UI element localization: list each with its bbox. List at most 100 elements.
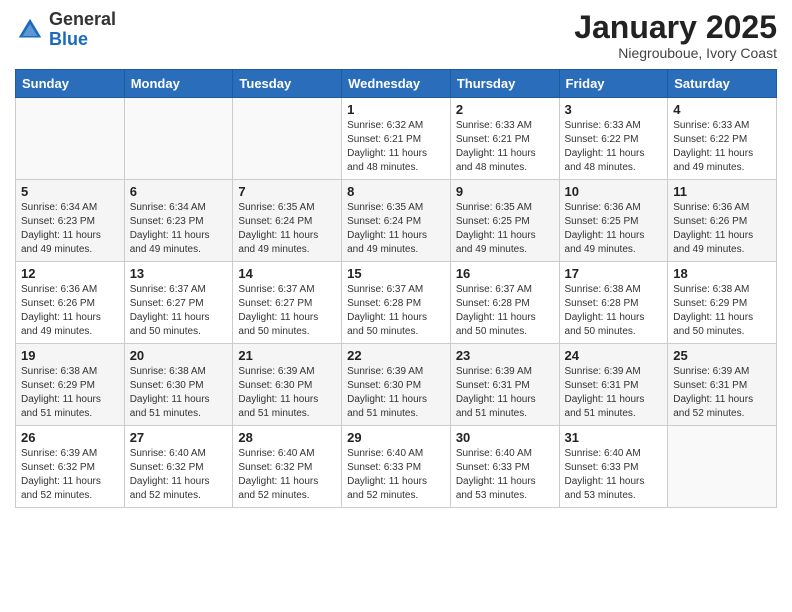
header: General Blue January 2025 Niegrouboue, I… bbox=[15, 10, 777, 61]
calendar-cell: 7 Sunrise: 6:35 AMSunset: 6:24 PMDaylight… bbox=[233, 180, 342, 262]
day-number: 30 bbox=[456, 430, 554, 445]
calendar-cell: 15 Sunrise: 6:37 AMSunset: 6:28 PMDayligh… bbox=[342, 262, 451, 344]
day-info: Sunrise: 6:40 AMSunset: 6:33 PMDaylight:… bbox=[347, 447, 445, 503]
day-info: Sunrise: 6:35 AMSunset: 6:24 PMDaylight:… bbox=[238, 201, 336, 257]
calendar-week-2: 5Sunrise: 6:34 AMSunset: 6:23 PMDaylight… bbox=[16, 180, 777, 262]
calendar-cell: 23 Sunrise: 6:39 AMSunset: 6:31 PMDayligh… bbox=[450, 344, 559, 426]
calendar-cell: 5Sunrise: 6:34 AMSunset: 6:23 PMDaylight… bbox=[16, 180, 125, 262]
day-info: Sunrise: 6:33 AMSunset: 6:22 PMDaylight:… bbox=[565, 119, 663, 175]
day-info: Sunrise: 6:36 AMSunset: 6:26 PMDaylight:… bbox=[21, 283, 119, 339]
calendar-cell: 16Sunrise: 6:37 AMSunset: 6:28 PMDayligh… bbox=[450, 262, 559, 344]
day-number: 28 bbox=[238, 430, 336, 445]
day-info: Sunrise: 6:38 AMSunset: 6:29 PMDaylight:… bbox=[673, 283, 771, 339]
calendar-cell: 6 Sunrise: 6:34 AMSunset: 6:23 PMDaylight… bbox=[124, 180, 233, 262]
day-number: 20 bbox=[130, 348, 228, 363]
calendar-cell: 14Sunrise: 6:37 AMSunset: 6:27 PMDayligh… bbox=[233, 262, 342, 344]
col-wednesday: Wednesday bbox=[342, 70, 451, 98]
day-number: 4 bbox=[673, 102, 771, 117]
day-number: 11 bbox=[673, 184, 771, 199]
calendar-cell: 12 Sunrise: 6:36 AMSunset: 6:26 PMDayligh… bbox=[16, 262, 125, 344]
calendar-cell: 22Sunrise: 6:39 AMSunset: 6:30 PMDayligh… bbox=[342, 344, 451, 426]
logo-blue: Blue bbox=[49, 29, 88, 49]
day-info: Sunrise: 6:36 AMSunset: 6:25 PMDaylight:… bbox=[565, 201, 663, 257]
day-number: 8 bbox=[347, 184, 445, 199]
day-number: 24 bbox=[565, 348, 663, 363]
day-number: 2 bbox=[456, 102, 554, 117]
col-sunday: Sunday bbox=[16, 70, 125, 98]
calendar-cell: 24 Sunrise: 6:39 AMSunset: 6:31 PMDayligh… bbox=[559, 344, 668, 426]
day-info: Sunrise: 6:37 AMSunset: 6:28 PMDaylight:… bbox=[347, 283, 445, 339]
day-number: 6 bbox=[130, 184, 228, 199]
day-number: 18 bbox=[673, 266, 771, 281]
col-monday: Monday bbox=[124, 70, 233, 98]
day-number: 10 bbox=[565, 184, 663, 199]
calendar-cell: 31 Sunrise: 6:40 AMSunset: 6:33 PMDayligh… bbox=[559, 426, 668, 508]
day-number: 19 bbox=[21, 348, 119, 363]
day-info: Sunrise: 6:40 AMSunset: 6:33 PMDaylight:… bbox=[565, 447, 663, 503]
day-number: 9 bbox=[456, 184, 554, 199]
calendar-cell bbox=[668, 426, 777, 508]
calendar-week-1: 1 Sunrise: 6:32 AMSunset: 6:21 PMDaylight… bbox=[16, 98, 777, 180]
day-number: 3 bbox=[565, 102, 663, 117]
calendar-week-5: 26 Sunrise: 6:39 AMSunset: 6:32 PMDayligh… bbox=[16, 426, 777, 508]
day-number: 25 bbox=[673, 348, 771, 363]
calendar-cell bbox=[124, 98, 233, 180]
calendar-cell: 17Sunrise: 6:38 AMSunset: 6:28 PMDayligh… bbox=[559, 262, 668, 344]
day-info: Sunrise: 6:34 AMSunset: 6:23 PMDaylight:… bbox=[21, 201, 119, 257]
day-info: Sunrise: 6:39 AMSunset: 6:30 PMDaylight:… bbox=[238, 365, 336, 421]
day-info: Sunrise: 6:32 AMSunset: 6:21 PMDaylight:… bbox=[347, 119, 445, 175]
day-info: Sunrise: 6:35 AMSunset: 6:25 PMDaylight:… bbox=[456, 201, 554, 257]
day-number: 26 bbox=[21, 430, 119, 445]
title-block: January 2025 Niegrouboue, Ivory Coast bbox=[574, 10, 777, 61]
logo: General Blue bbox=[15, 10, 116, 50]
day-number: 31 bbox=[565, 430, 663, 445]
day-info: Sunrise: 6:39 AMSunset: 6:31 PMDaylight:… bbox=[456, 365, 554, 421]
day-number: 15 bbox=[347, 266, 445, 281]
day-info: Sunrise: 6:37 AMSunset: 6:28 PMDaylight:… bbox=[456, 283, 554, 339]
day-info: Sunrise: 6:39 AMSunset: 6:31 PMDaylight:… bbox=[565, 365, 663, 421]
calendar-cell: 30 Sunrise: 6:40 AMSunset: 6:33 PMDayligh… bbox=[450, 426, 559, 508]
day-number: 7 bbox=[238, 184, 336, 199]
day-number: 1 bbox=[347, 102, 445, 117]
col-saturday: Saturday bbox=[668, 70, 777, 98]
col-thursday: Thursday bbox=[450, 70, 559, 98]
calendar-cell: 19 Sunrise: 6:38 AMSunset: 6:29 PMDayligh… bbox=[16, 344, 125, 426]
day-info: Sunrise: 6:39 AMSunset: 6:31 PMDaylight:… bbox=[673, 365, 771, 421]
day-info: Sunrise: 6:40 AMSunset: 6:33 PMDaylight:… bbox=[456, 447, 554, 503]
day-number: 29 bbox=[347, 430, 445, 445]
day-info: Sunrise: 6:34 AMSunset: 6:23 PMDaylight:… bbox=[130, 201, 228, 257]
day-info: Sunrise: 6:38 AMSunset: 6:29 PMDaylight:… bbox=[21, 365, 119, 421]
day-info: Sunrise: 6:38 AMSunset: 6:30 PMDaylight:… bbox=[130, 365, 228, 421]
day-info: Sunrise: 6:39 AMSunset: 6:30 PMDaylight:… bbox=[347, 365, 445, 421]
col-tuesday: Tuesday bbox=[233, 70, 342, 98]
logo-text: General Blue bbox=[49, 10, 116, 50]
day-number: 13 bbox=[130, 266, 228, 281]
calendar-cell: 4Sunrise: 6:33 AMSunset: 6:22 PMDaylight… bbox=[668, 98, 777, 180]
day-number: 23 bbox=[456, 348, 554, 363]
col-friday: Friday bbox=[559, 70, 668, 98]
calendar-cell: 21Sunrise: 6:39 AMSunset: 6:30 PMDayligh… bbox=[233, 344, 342, 426]
calendar-cell: 9 Sunrise: 6:35 AMSunset: 6:25 PMDaylight… bbox=[450, 180, 559, 262]
calendar-cell: 27Sunrise: 6:40 AMSunset: 6:32 PMDayligh… bbox=[124, 426, 233, 508]
calendar-cell: 2Sunrise: 6:33 AMSunset: 6:21 PMDaylight… bbox=[450, 98, 559, 180]
day-info: Sunrise: 6:35 AMSunset: 6:24 PMDaylight:… bbox=[347, 201, 445, 257]
calendar-cell: 26 Sunrise: 6:39 AMSunset: 6:32 PMDayligh… bbox=[16, 426, 125, 508]
day-number: 12 bbox=[21, 266, 119, 281]
calendar-cell: 1 Sunrise: 6:32 AMSunset: 6:21 PMDaylight… bbox=[342, 98, 451, 180]
day-info: Sunrise: 6:38 AMSunset: 6:28 PMDaylight:… bbox=[565, 283, 663, 339]
page: General Blue January 2025 Niegrouboue, I… bbox=[0, 0, 792, 612]
day-info: Sunrise: 6:37 AMSunset: 6:27 PMDaylight:… bbox=[130, 283, 228, 339]
day-info: Sunrise: 6:40 AMSunset: 6:32 PMDaylight:… bbox=[130, 447, 228, 503]
logo-general: General bbox=[49, 9, 116, 29]
day-info: Sunrise: 6:36 AMSunset: 6:26 PMDaylight:… bbox=[673, 201, 771, 257]
day-info: Sunrise: 6:39 AMSunset: 6:32 PMDaylight:… bbox=[21, 447, 119, 503]
calendar-cell: 18 Sunrise: 6:38 AMSunset: 6:29 PMDayligh… bbox=[668, 262, 777, 344]
calendar-week-3: 12 Sunrise: 6:36 AMSunset: 6:26 PMDayligh… bbox=[16, 262, 777, 344]
calendar-cell: 13 Sunrise: 6:37 AMSunset: 6:27 PMDayligh… bbox=[124, 262, 233, 344]
calendar-cell: 3 Sunrise: 6:33 AMSunset: 6:22 PMDaylight… bbox=[559, 98, 668, 180]
month-title: January 2025 bbox=[574, 10, 777, 45]
calendar-cell: 11 Sunrise: 6:36 AMSunset: 6:26 PMDayligh… bbox=[668, 180, 777, 262]
calendar-cell: 20 Sunrise: 6:38 AMSunset: 6:30 PMDayligh… bbox=[124, 344, 233, 426]
calendar-cell: 29 Sunrise: 6:40 AMSunset: 6:33 PMDayligh… bbox=[342, 426, 451, 508]
calendar-cell: 25 Sunrise: 6:39 AMSunset: 6:31 PMDayligh… bbox=[668, 344, 777, 426]
